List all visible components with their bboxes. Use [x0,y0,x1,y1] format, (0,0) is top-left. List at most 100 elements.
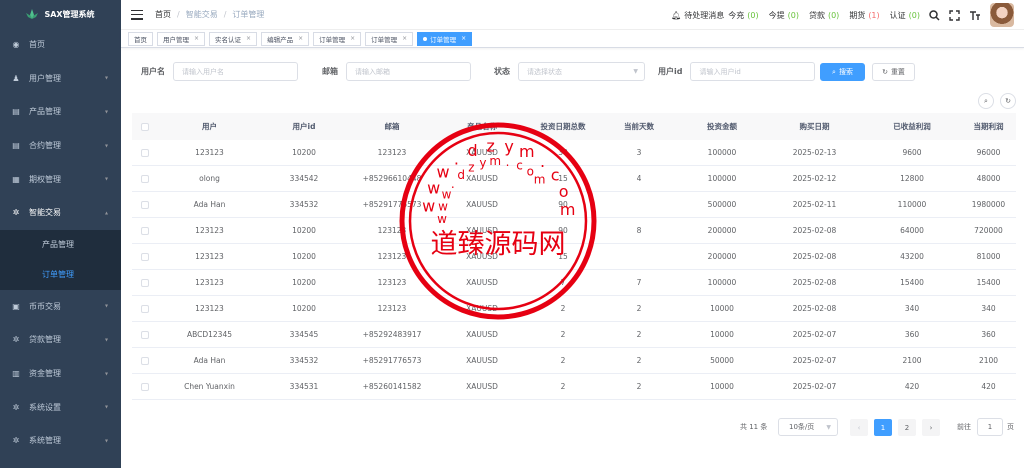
table-cell: Ada Han [193,356,226,365]
table-cell: 110000 [897,200,927,209]
email-label: 邮箱 [322,67,338,76]
sidebar-item-smart-trading[interactable]: ✲ 智能交易 ▴ [0,196,121,230]
tag-orders-active[interactable]: 订单管理 × [417,31,473,46]
tag-edit-product[interactable]: 编辑产品 × [261,31,310,46]
tag-users[interactable]: 用户管理 × [157,31,206,46]
table-cell: 200000 [707,226,737,235]
sidebar-item-options[interactable]: ▦ 期权管理 ▾ [0,162,121,196]
row-select-cell [132,330,157,339]
fullscreen-icon[interactable] [949,9,960,21]
table-cell: 7 [560,278,566,287]
tag-orders-2[interactable]: 订单管理 × [365,31,414,46]
sidebar-item-coin-trading[interactable]: ▣ 币币交易 ▾ [0,290,121,324]
counter-withdraw-label[interactable]: 今提 [769,10,785,21]
sidebar-subitem-orders[interactable]: 订单管理 [0,260,121,290]
sidebar-item-users[interactable]: ♟ 用户管理 ▾ [0,62,121,96]
row-checkbox[interactable] [140,252,149,261]
email-input[interactable]: 请输入邮箱 [346,62,471,81]
tag-kyc[interactable]: 实名认证 × [209,31,258,46]
reset-button[interactable]: ↻ 重置 [872,63,915,81]
chevron-down-icon: ▾ [104,336,108,344]
tag-home[interactable]: 首页 [128,31,153,46]
table-cell: XAUUSD [466,330,498,339]
table-cell: 2025-02-12 [792,174,837,183]
sidebar-item-contracts[interactable]: ▤ 合约管理 ▾ [0,129,121,163]
table-row: olong 334542 +85296610448 XAUUSD 15 4 100000 20… [132,166,1016,192]
avatar[interactable] [990,3,1014,27]
counter-futures-value[interactable]: (1) [868,11,879,20]
tag-orders-1[interactable]: 订单管理 × [313,31,362,46]
row-checkbox[interactable] [140,278,149,287]
page-1-button[interactable]: 1 [874,419,892,436]
counter-recharge-label[interactable]: 今充 [728,10,744,21]
sidebar-item-loans[interactable]: ✲ 贷款管理 ▾ [0,323,121,357]
table-cell: 123123 [195,252,224,261]
close-icon[interactable]: × [461,35,466,42]
counter-verify-value[interactable]: (0) [909,11,920,20]
close-icon[interactable]: × [194,35,199,42]
refresh-icon: ↻ [1005,97,1011,105]
table-cell: 8 [636,226,642,235]
col-header: 用户id [292,122,316,131]
sidebar-item-settings[interactable]: ✲ 系统设置 ▾ [0,390,121,424]
counter-loan-value[interactable]: (0) [828,11,839,20]
counter-futures-label[interactable]: 期货 [849,10,865,21]
table-cell: 10000 [710,330,734,339]
close-icon[interactable]: × [402,35,407,42]
refresh-button[interactable]: ↻ [1000,93,1016,109]
counter-recharge-value[interactable]: (0) [747,11,758,20]
chevron-down-icon: ▾ [104,403,108,411]
counter-loan-label[interactable]: 贷款 [809,10,825,21]
row-checkbox[interactable] [140,356,149,365]
page-size-select[interactable]: 10条/页 ▼ [778,418,838,436]
row-checkbox[interactable] [140,382,149,391]
sidebar-item-products[interactable]: ▤ 产品管理 ▾ [0,95,121,129]
uid-input[interactable]: 请输入用户id [690,62,816,81]
page-2-button[interactable]: 2 [898,419,916,436]
search-button[interactable]: ⌕ 搜索 [820,63,865,81]
table-cell: 420 [981,382,996,391]
counter-verify-label[interactable]: 认证 [890,10,906,21]
row-checkbox[interactable] [140,330,149,339]
close-icon[interactable]: × [350,35,355,42]
sidebar-item-home[interactable]: ◉ 首页 [0,28,121,62]
select-all-checkbox[interactable] [140,122,149,131]
chevron-down-icon: ▾ [104,437,108,445]
row-checkbox[interactable] [140,200,149,209]
row-select-cell [132,382,157,391]
bell-icon[interactable]: 🔔︎ [671,11,681,20]
sidebar: SAX管理系统 ◉ 首页 ♟ 用户管理 ▾ ▤ 产品管理 ▾ ▤ 合约管理 ▾ ▦ 期权管理 ▾ … [0,0,121,468]
close-icon[interactable]: × [246,35,251,42]
prev-page-button[interactable]: ‹ [850,419,868,436]
sidebar-item-label: 首页 [29,40,45,50]
next-page-button[interactable]: › [922,419,940,436]
font-size-icon[interactable] [969,10,980,21]
table-cell: 12800 [900,174,924,183]
table-row: 123123 10200 123123 XAUUSD 7 7 100000 2025-02-0… [132,270,1016,296]
sidebar-item-funds[interactable]: ▥ 资金管理 ▾ [0,357,121,391]
sidebar-logo[interactable]: SAX管理系统 [0,0,121,28]
sidebar-subitem-products[interactable]: 产品管理 [0,230,121,260]
toggle-search-button[interactable]: ⌕ [978,93,994,109]
user-input[interactable]: 请输入用户名 [173,62,298,81]
table-cell: 10200 [292,304,316,313]
table-cell: 2 [636,356,642,365]
search-icon[interactable] [929,9,940,21]
table-cell: XAUUSD [466,174,498,183]
row-checkbox[interactable] [140,174,149,183]
row-checkbox[interactable] [140,148,149,157]
counter-withdraw-value[interactable]: (0) [788,11,799,20]
row-checkbox[interactable] [140,304,149,313]
table-cell: 48000 [976,174,1001,183]
hamburger-icon[interactable] [131,9,143,20]
status-select[interactable]: 请选择状态 ▼ [518,62,645,81]
wallet-icon: ▥ [12,369,20,379]
goto-page-input[interactable]: 1 [977,418,1003,436]
close-icon[interactable]: × [298,35,303,42]
table-cell: 500000 [707,200,737,209]
row-checkbox[interactable] [140,226,149,235]
search-icon: ⌕ [984,96,988,105]
search-field-uid: 用户id 请输入用户id [658,62,816,81]
breadcrumb-item-home[interactable]: 首页 [155,9,171,20]
sidebar-item-system[interactable]: ✲ 系统管理 ▾ [0,424,121,458]
